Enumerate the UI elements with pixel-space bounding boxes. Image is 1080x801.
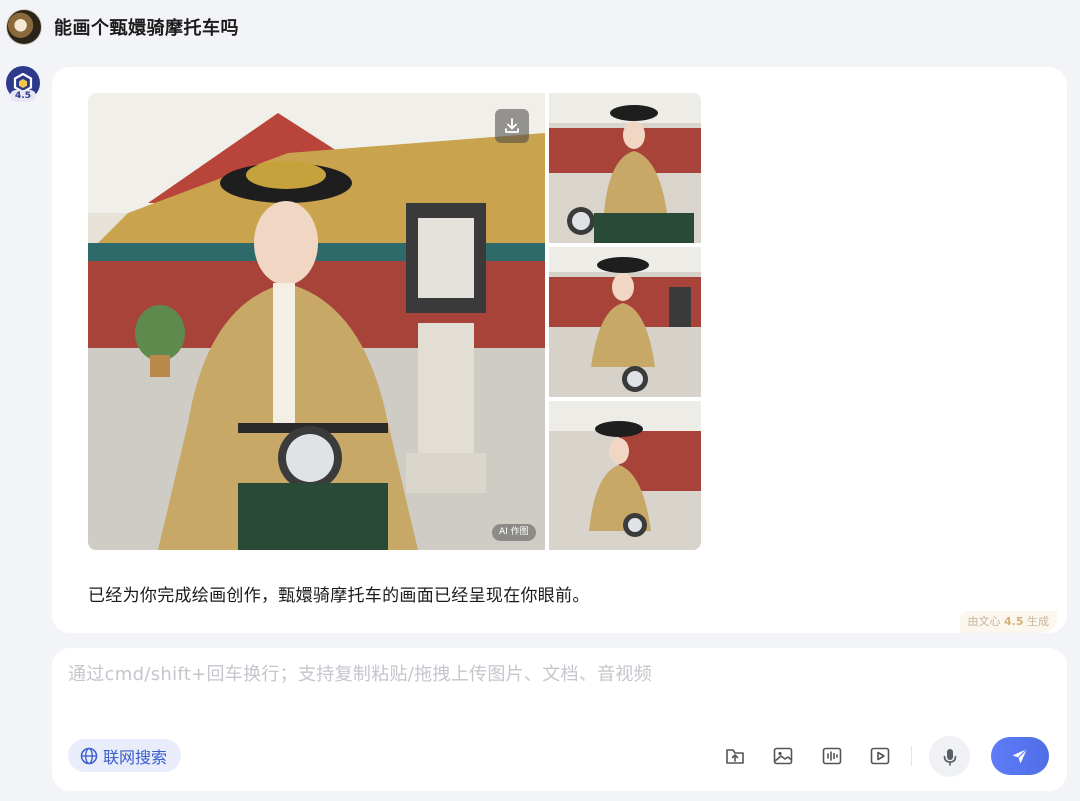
answer-text: 已经为你完成绘画创作，甄嬛骑摩托车的画面已经呈现在你眼前。 (88, 586, 590, 606)
microphone-icon (943, 748, 956, 766)
generation-source-tag: 由文心 4.5 生成 (959, 611, 1057, 633)
upload-video-button[interactable] (866, 742, 894, 770)
user-message-text: 能画个甄嬛骑摩托车吗 (54, 18, 239, 39)
chat-input-panel: 通过cmd/shift+回车换行；支持复制粘贴/拖拽上传图片、文档、音视频 联网… (52, 648, 1067, 791)
generated-image-main[interactable] (88, 93, 545, 550)
image-icon (773, 747, 793, 765)
user-message-row: 能画个甄嬛骑摩托车吗 (6, 9, 239, 45)
ai-generated-tag: AI 作图 (492, 524, 536, 541)
chat-input-placeholder[interactable]: 通过cmd/shift+回车换行；支持复制粘贴/拖拽上传图片、文档、音视频 (68, 660, 652, 686)
answer-card: AI 作图 已经为你完成绘画创作，甄嬛骑摩托车的画面已经呈现在你眼前。 由文心 … (52, 67, 1067, 633)
generated-image-main-art (88, 93, 545, 550)
source-suffix: 生成 (1027, 615, 1049, 628)
video-icon (870, 747, 890, 765)
model-version-badge: 4.5 (10, 90, 36, 102)
download-icon (505, 118, 519, 133)
send-button[interactable] (991, 737, 1049, 775)
web-search-label: 联网搜索 (103, 747, 168, 767)
user-avatar (6, 9, 42, 45)
source-version: 4.5 (1004, 615, 1024, 628)
upload-file-button[interactable] (721, 742, 749, 770)
source-prefix: 由文心 (967, 615, 1001, 628)
generated-image-thumb[interactable] (549, 401, 701, 550)
voice-input-button[interactable] (929, 736, 970, 777)
generated-image-thumb[interactable] (549, 93, 701, 243)
generated-image-thumb[interactable] (549, 247, 701, 397)
upload-audio-button[interactable] (818, 742, 846, 770)
upload-image-button[interactable] (769, 742, 797, 770)
download-button[interactable] (495, 109, 529, 143)
upload-file-icon (726, 749, 744, 764)
toolbar-divider (911, 746, 912, 766)
globe-icon (80, 747, 98, 764)
web-search-toggle[interactable]: 联网搜索 (68, 739, 182, 772)
audio-icon (822, 747, 842, 765)
send-icon (1012, 748, 1028, 764)
